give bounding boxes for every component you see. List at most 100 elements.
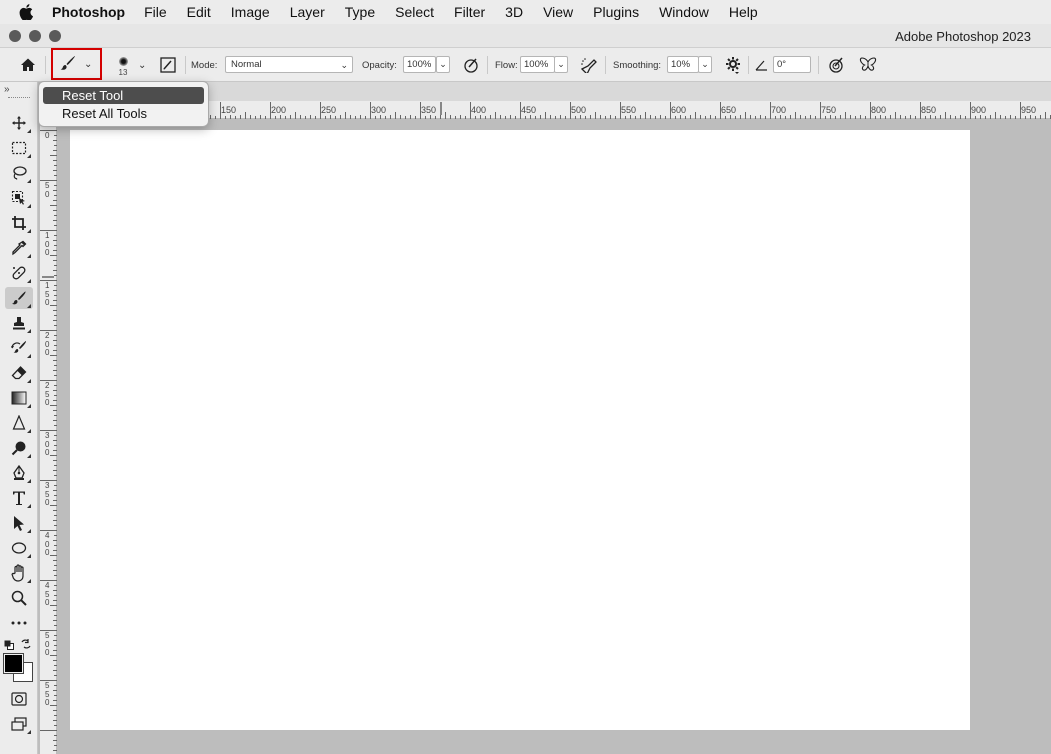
- apple-menu-icon[interactable]: [0, 4, 52, 20]
- eraser-tool-icon[interactable]: [5, 362, 33, 384]
- minimize-window-button[interactable]: [29, 30, 41, 42]
- h-ruler-label: 700: [771, 105, 787, 115]
- h-ruler-label: 850: [921, 105, 937, 115]
- v-ruler-label: 200: [45, 331, 50, 357]
- opacity-input[interactable]: 100%: [403, 56, 436, 73]
- v-ruler-label: 500: [45, 631, 50, 657]
- airbrush-icon[interactable]: [579, 48, 599, 82]
- menu-edit[interactable]: Edit: [187, 4, 211, 20]
- v-ruler-label: 300: [45, 431, 50, 457]
- panel-grip[interactable]: [8, 97, 30, 99]
- tool-preset-context-menu: Reset Tool Reset All Tools: [38, 81, 209, 127]
- app-menu[interactable]: Photoshop: [52, 4, 125, 20]
- window-title-bar: Adobe Photoshop 2023: [0, 24, 1051, 48]
- brush-tool-icon[interactable]: [5, 287, 33, 309]
- h-ruler-label: 200: [271, 105, 287, 115]
- chevron-down-icon[interactable]: ⌄: [138, 48, 146, 82]
- smoothing-input[interactable]: 10%: [667, 56, 699, 73]
- v-ruler-label: 350: [45, 481, 50, 507]
- brush-settings-panel-icon[interactable]: [158, 48, 178, 82]
- h-ruler-label: 500: [571, 105, 587, 115]
- lasso-tool-icon[interactable]: [5, 162, 33, 184]
- chevron-down-icon: ⌄: [340, 60, 348, 70]
- history-brush-tool-icon[interactable]: [5, 337, 33, 359]
- zoom-tool-icon[interactable]: [5, 587, 33, 609]
- document-canvas[interactable]: [70, 130, 970, 730]
- path-selection-tool-icon[interactable]: [5, 512, 33, 534]
- zoom-window-button[interactable]: [49, 30, 61, 42]
- h-ruler-label: 900: [971, 105, 987, 115]
- blur-tool-icon[interactable]: [5, 412, 33, 434]
- spot-healing-brush-tool-icon[interactable]: [5, 262, 33, 284]
- foreground-color-swatch[interactable]: [3, 653, 24, 674]
- vertical-ruler: 0 50 100 150 200 250 300 350 400 450 500 550: [40, 119, 57, 754]
- menu-image[interactable]: Image: [231, 4, 270, 20]
- move-tool-icon[interactable]: [5, 112, 33, 134]
- h-ruler-label: 650: [721, 105, 737, 115]
- opacity-slider-button[interactable]: ⌄: [436, 56, 450, 73]
- symmetry-butterfly-icon[interactable]: [858, 48, 878, 82]
- eyedropper-tool-icon[interactable]: [5, 237, 33, 259]
- flow-slider-button[interactable]: ⌄: [554, 56, 568, 73]
- pen-tool-icon[interactable]: [5, 462, 33, 484]
- dodge-tool-icon[interactable]: [5, 437, 33, 459]
- menu-bar: Photoshop File Edit Image Layer Type Sel…: [0, 0, 1051, 24]
- pressure-size-icon[interactable]: [826, 48, 846, 82]
- h-ruler-label: 150: [221, 105, 237, 115]
- close-window-button[interactable]: [9, 30, 21, 42]
- h-ruler-label: 250: [321, 105, 337, 115]
- brush-tip-icon: [118, 57, 128, 66]
- hand-tool-icon[interactable]: [5, 562, 33, 584]
- mode-select[interactable]: Normal ⌄: [225, 56, 353, 73]
- menu-plugins[interactable]: Plugins: [593, 4, 639, 20]
- menu-layer[interactable]: Layer: [290, 4, 325, 20]
- h-ruler-label: 550: [621, 105, 637, 115]
- menu-file[interactable]: File: [144, 4, 167, 20]
- ellipse-tool-icon[interactable]: [5, 537, 33, 559]
- reset-all-tools-menu-item[interactable]: Reset All Tools: [43, 105, 204, 122]
- home-icon[interactable]: [16, 48, 40, 82]
- menu-select[interactable]: Select: [395, 4, 434, 20]
- menu-filter[interactable]: Filter: [454, 4, 485, 20]
- crop-tool-icon[interactable]: [5, 212, 33, 234]
- angle-icon: [754, 48, 768, 82]
- clone-stamp-tool-icon[interactable]: [5, 312, 33, 334]
- pressure-opacity-icon[interactable]: [461, 48, 481, 82]
- swap-colors-icon[interactable]: [20, 637, 32, 655]
- menu-view[interactable]: View: [543, 4, 573, 20]
- h-ruler-label: 750: [821, 105, 837, 115]
- v-ruler-label: 50: [45, 181, 50, 199]
- chevron-down-icon: ⌄: [84, 58, 93, 70]
- tool-preset-picker[interactable]: ⌄: [51, 48, 102, 80]
- brush-size-label: 13: [118, 68, 128, 77]
- menu-window[interactable]: Window: [659, 4, 709, 20]
- chevron-down-icon: ⌄: [557, 59, 565, 69]
- reset-tool-menu-item[interactable]: Reset Tool: [43, 87, 204, 104]
- smoothing-label: Smoothing:: [613, 59, 662, 71]
- screen-mode-icon[interactable]: [5, 713, 33, 735]
- v-ruler-label: 400: [45, 531, 50, 557]
- h-ruler-label: 950: [1021, 105, 1037, 115]
- more-tools-icon[interactable]: [5, 612, 33, 634]
- flow-label: Flow:: [495, 59, 518, 71]
- flow-input[interactable]: 100%: [520, 56, 555, 73]
- v-ruler-label: 100: [45, 231, 50, 257]
- h-ruler-label: 600: [671, 105, 687, 115]
- quick-mask-icon[interactable]: [5, 688, 33, 710]
- gradient-tool-icon[interactable]: [5, 387, 33, 409]
- menu-3d[interactable]: 3D: [505, 4, 523, 20]
- menu-help[interactable]: Help: [729, 4, 758, 20]
- brush-preset-picker[interactable]: 13: [113, 48, 133, 82]
- type-tool-icon[interactable]: [5, 487, 33, 509]
- brush-angle-value: 0°: [777, 59, 787, 70]
- collapse-panel-icon[interactable]: »: [4, 84, 10, 95]
- smoothing-options-gear-icon[interactable]: [723, 48, 743, 82]
- smoothing-slider-button[interactable]: ⌄: [698, 56, 712, 73]
- brush-icon: [59, 54, 77, 75]
- brush-angle-input[interactable]: 0°: [773, 56, 811, 73]
- menu-type[interactable]: Type: [345, 4, 375, 20]
- default-colors-icon[interactable]: [4, 637, 14, 655]
- flow-value: 100%: [524, 59, 549, 70]
- object-selection-tool-icon[interactable]: [5, 187, 33, 209]
- rectangular-marquee-tool-icon[interactable]: [5, 137, 33, 159]
